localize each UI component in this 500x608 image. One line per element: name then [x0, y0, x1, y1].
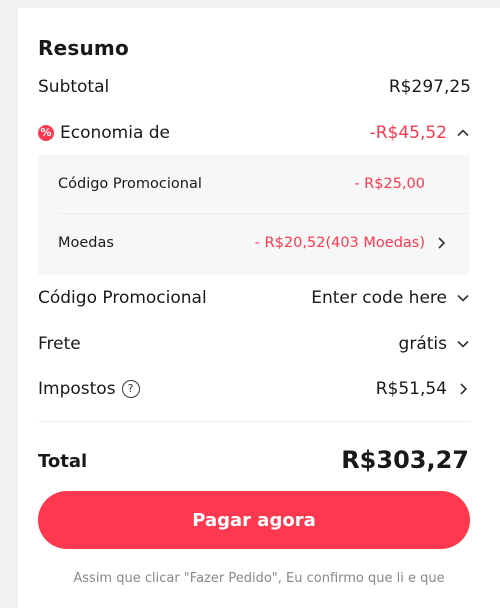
- promo-code-label: Código Promocional: [38, 288, 207, 308]
- chevron-down-icon[interactable]: [455, 336, 471, 352]
- promo-discount-label: Código Promocional: [58, 176, 202, 192]
- total-label: Total: [38, 451, 88, 472]
- chevron-up-icon[interactable]: [455, 125, 471, 141]
- taxes-value: R$51,54: [375, 379, 447, 399]
- savings-row[interactable]: % Economia de -R$45,52: [38, 119, 471, 147]
- chevron-right-icon[interactable]: [455, 381, 471, 397]
- shipping-row[interactable]: Frete grátis: [38, 330, 471, 358]
- promo-discount-row: Código Promocional - R$25,00: [58, 169, 449, 199]
- chevron-down-icon[interactable]: [455, 290, 471, 306]
- taxes-label: Impostos: [38, 379, 116, 399]
- coins-label: Moedas: [58, 235, 114, 251]
- promo-code-row[interactable]: Código Promocional Enter code here: [38, 284, 471, 312]
- summary-title: Resumo: [38, 36, 129, 60]
- chevron-right-icon[interactable]: [433, 235, 449, 251]
- shipping-label: Frete: [38, 334, 81, 354]
- taxes-row[interactable]: Impostos ? R$51,54: [38, 375, 471, 403]
- subtotal-value: R$297,25: [388, 77, 471, 97]
- help-icon[interactable]: ?: [121, 380, 140, 398]
- savings-label: Economia de: [60, 123, 171, 143]
- savings-value: -R$45,52: [369, 123, 447, 143]
- details-divider: [58, 213, 469, 214]
- promo-discount-value: - R$25,00: [354, 176, 425, 192]
- subtotal-label: Subtotal: [38, 77, 110, 97]
- discount-icon: %: [38, 125, 54, 141]
- promo-code-input[interactable]: Enter code here: [311, 288, 447, 308]
- section-divider: [38, 421, 471, 422]
- order-summary-card: Resumo Subtotal R$297,25 % Economia de -…: [18, 8, 500, 608]
- coins-value: - R$20,52(403 Moedas): [254, 235, 425, 251]
- savings-details: Código Promocional - R$25,00 Moedas - R$…: [38, 155, 469, 275]
- total-value: R$303,27: [341, 446, 469, 474]
- terms-disclaimer: Assim que clicar "Fazer Pedido", Eu conf…: [73, 571, 445, 586]
- subtotal-row: Subtotal R$297,25: [38, 73, 471, 101]
- shipping-value: grátis: [398, 334, 447, 354]
- coins-row[interactable]: Moedas - R$20,52(403 Moedas): [58, 228, 449, 258]
- pay-now-button[interactable]: Pagar agora: [38, 491, 470, 549]
